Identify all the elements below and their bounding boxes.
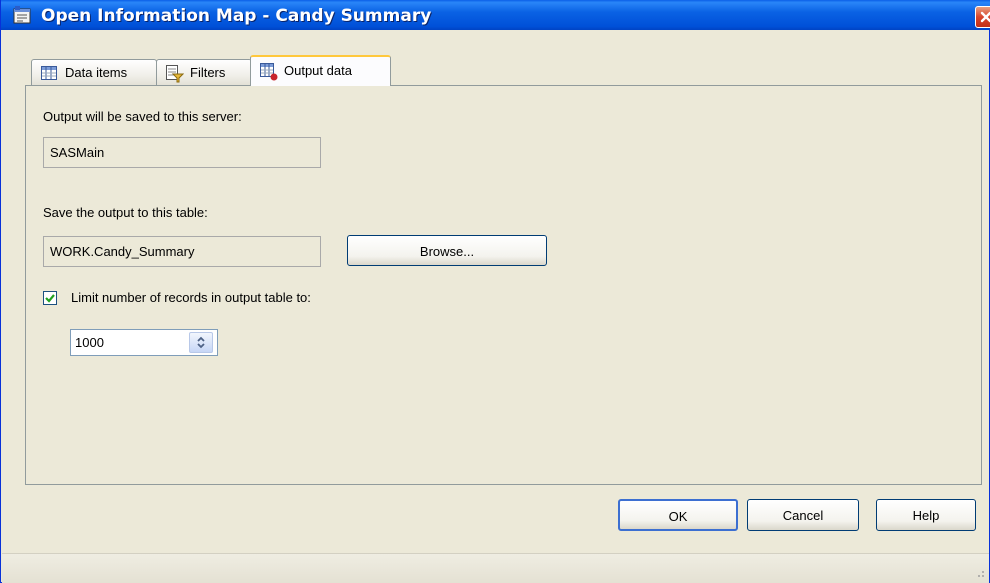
server-field: SASMain — [43, 137, 321, 168]
table-value: WORK.Candy_Summary — [50, 244, 195, 259]
checkmark-icon — [45, 294, 55, 303]
table-field: WORK.Candy_Summary — [43, 236, 321, 267]
close-icon — [980, 11, 990, 23]
tab-output-data[interactable]: Output data — [250, 55, 391, 86]
tab-data-items-label: Data items — [65, 65, 128, 80]
tab-filters[interactable]: Filters — [156, 59, 252, 85]
server-value: SASMain — [50, 145, 105, 160]
status-strip — [2, 553, 989, 583]
output-data-icon — [260, 63, 278, 81]
cancel-button[interactable]: Cancel — [747, 499, 859, 531]
title-bar[interactable]: Open Information Map - Candy Summary — [1, 0, 990, 30]
help-button-label: Help — [912, 508, 940, 523]
dialog-window: Open Information Map - Candy Summary Dat… — [0, 0, 990, 583]
tab-data-items[interactable]: Data items — [31, 59, 157, 85]
limit-records-checkbox[interactable] — [43, 291, 57, 305]
filters-icon — [166, 65, 185, 83]
server-label: Output will be saved to this server: — [43, 109, 242, 124]
browse-button[interactable]: Browse... — [347, 235, 547, 266]
output-data-panel: Output will be saved to this server: SAS… — [25, 85, 982, 485]
close-button[interactable] — [975, 6, 990, 28]
limit-records-stepper[interactable]: 1000 — [70, 329, 218, 356]
tab-output-data-label: Output data — [284, 63, 352, 78]
window-title: Open Information Map - Candy Summary — [41, 6, 432, 26]
data-items-icon — [41, 65, 57, 81]
ok-button-label: OK — [668, 509, 688, 524]
help-button[interactable]: Help — [876, 499, 976, 531]
browse-button-label: Browse... — [419, 244, 475, 259]
limit-records-label: Limit number of records in output table … — [71, 290, 311, 305]
resize-grip-icon[interactable] — [972, 567, 986, 579]
table-label: Save the output to this table: — [43, 205, 208, 220]
up-down-arrows-icon — [197, 336, 205, 349]
limit-records-value: 1000 — [75, 335, 104, 350]
stepper-buttons[interactable] — [189, 332, 213, 353]
ok-button[interactable]: OK — [618, 499, 738, 531]
tab-filters-label: Filters — [190, 65, 226, 80]
information-map-icon — [13, 6, 31, 24]
cancel-button-label: Cancel — [782, 508, 824, 523]
